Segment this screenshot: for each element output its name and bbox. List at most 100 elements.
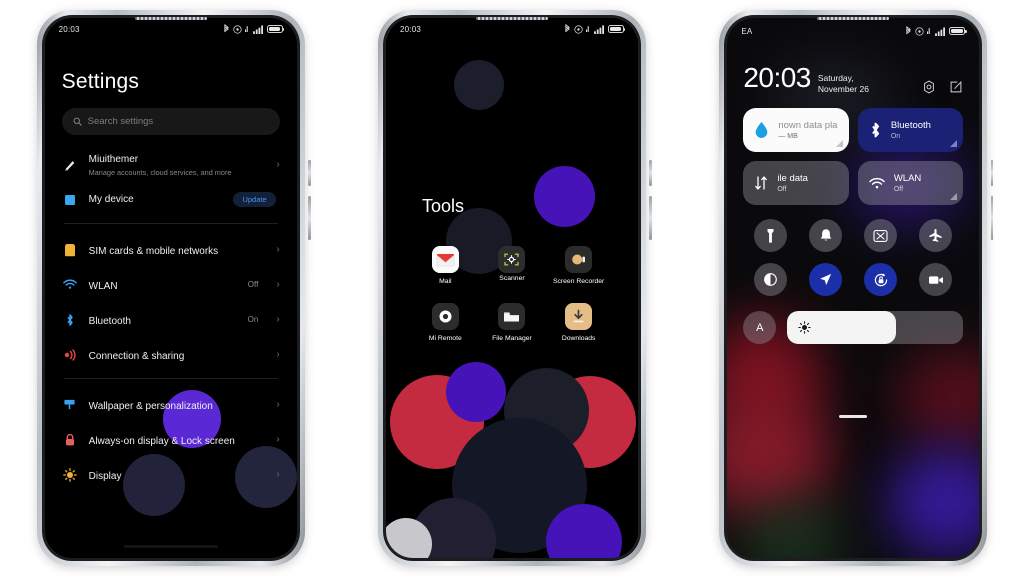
signal-icon: [927, 27, 931, 34]
app-downloads[interactable]: Downloads: [548, 302, 610, 344]
status-time: 20:03: [399, 24, 422, 34]
wallpaper-circle: [533, 166, 595, 227]
wallpaper-glow: [887, 448, 980, 558]
app-label: Downloads: [561, 334, 596, 342]
wifi-icon: [869, 177, 885, 188]
data-usage-icon: [755, 122, 768, 138]
app-grid: Mail Screen Recorder Scanner Screen Re: [386, 246, 638, 343]
auto-brightness-label: A: [756, 321, 764, 334]
cellular-bars-icon: [252, 24, 263, 34]
battery-icon: [607, 25, 626, 33]
app-mail[interactable]: Mail: [414, 246, 476, 287]
toggle-grid: [743, 219, 963, 296]
chevron-right-icon: ›: [276, 348, 280, 360]
sim-icon: [62, 243, 78, 257]
app-screen-recorder[interactable]: Screen Recorder: [548, 246, 610, 287]
settings-group: Wallpaper & personalization › Always-on …: [62, 383, 280, 494]
tile-status: On: [890, 132, 901, 140]
earpiece-speaker: [134, 17, 207, 20]
row-label: SIM cards & mobile networks: [88, 245, 219, 257]
chevron-right-icon: ›: [276, 313, 280, 325]
sidebar-item-wallpaper[interactable]: Wallpaper & personalization ›: [62, 387, 280, 422]
brightness-slider[interactable]: [787, 311, 964, 344]
home-indicator[interactable]: [123, 545, 218, 548]
row-label: Bluetooth: [88, 315, 131, 327]
expand-corner-icon[interactable]: [835, 139, 843, 147]
location-icon: [820, 273, 832, 285]
brightness-row: A: [743, 311, 964, 344]
toggle-rotation-lock[interactable]: [864, 263, 898, 296]
folder-phone: 20:03 Tools Mail Scanner Screen Recorder…: [377, 10, 652, 566]
row-label: Display: [88, 470, 122, 482]
screenshot-icon: [873, 229, 888, 242]
cellular-bars-icon: [935, 26, 946, 36]
chevron-right-icon: ›: [276, 433, 280, 445]
toggle-screen-record[interactable]: [919, 263, 953, 296]
battery-icon: [949, 27, 967, 35]
app-label: Screen Recorder: [552, 278, 605, 285]
tile-mobile-data[interactable]: ile data Off: [743, 161, 849, 205]
account-icon: [62, 158, 78, 172]
toggle-bell[interactable]: [809, 219, 843, 252]
toggle-airplane[interactable]: [919, 219, 953, 252]
mail-icon: [431, 246, 459, 273]
mi-remote-icon: [431, 302, 459, 330]
sidebar-item-bluetooth[interactable]: Bluetooth On ›: [62, 302, 280, 337]
flashlight-icon: [767, 228, 774, 243]
toggle-screenshot[interactable]: [864, 219, 898, 252]
clock-header: 20:03 Saturday, November 26: [743, 64, 963, 95]
settings-screen: 20:03 Settings Search settings Miuitheme…: [44, 18, 297, 558]
toggle-dark-mode[interactable]: [754, 263, 788, 296]
tile-data-plan[interactable]: nown data pla — MB: [743, 108, 849, 152]
sidebar-item-wlan[interactable]: WLAN Off ›: [62, 267, 280, 302]
rotation-lock-icon: [874, 272, 888, 286]
lock-icon: [62, 433, 78, 447]
toggle-location[interactable]: [809, 263, 843, 296]
sidebar-item-my-device[interactable]: My device Update: [62, 182, 280, 217]
close-handle[interactable]: [839, 415, 868, 418]
status-bar: 20:03: [386, 18, 638, 40]
row-label: Wallpaper & personalization: [88, 400, 213, 412]
date-label: Saturday, November 26: [817, 73, 869, 94]
connection-sharing-icon: [62, 348, 78, 362]
search-icon: [73, 117, 82, 126]
bell-icon: [820, 229, 832, 241]
update-badge[interactable]: Update: [233, 192, 276, 207]
status-icons: [223, 24, 285, 34]
scanner-icon: [498, 246, 526, 273]
signal-icon: [244, 25, 248, 32]
sidebar-item-display[interactable]: Display ›: [62, 457, 280, 492]
bluetooth-icon: [62, 313, 78, 327]
dnd-icon: [915, 26, 924, 36]
app-scanner[interactable]: Screen Recorder Scanner: [481, 246, 543, 287]
sidebar-item-lock-screen[interactable]: Always-on display & Lock screen ›: [62, 422, 280, 457]
sidebar-item-sim-cards[interactable]: SIM cards & mobile networks ›: [62, 232, 280, 267]
tile-wlan[interactable]: WLAN Off: [857, 161, 964, 205]
tile-status: — MB: [778, 132, 798, 140]
control-center-phone: EA 20:03 Saturday, November 26 nown data…: [719, 10, 994, 566]
app-mi-remote[interactable]: Mi Remote: [414, 302, 476, 344]
chevron-right-icon: ›: [276, 398, 280, 410]
toggle-flashlight[interactable]: [754, 219, 788, 252]
expand-corner-icon[interactable]: [949, 192, 958, 200]
expand-corner-icon[interactable]: [949, 139, 958, 147]
app-file-manager[interactable]: File Manager: [481, 302, 543, 344]
earpiece-speaker: [475, 17, 548, 20]
battery-icon: [266, 25, 285, 33]
wallpaper-circle: [453, 60, 504, 110]
status-bar: EA: [727, 18, 979, 44]
airplane-icon: [929, 228, 942, 242]
search-input[interactable]: Search settings: [61, 108, 280, 135]
auto-brightness-button[interactable]: A: [743, 311, 777, 344]
chevron-right-icon: ›: [276, 158, 280, 170]
edit-icon[interactable]: [949, 80, 963, 94]
brightness-icon: [798, 321, 812, 334]
wifi-icon: [62, 279, 78, 290]
sidebar-item-miuithemer[interactable]: Miuithemer Manage accounts, cloud servic…: [62, 147, 280, 182]
settings-gear-icon[interactable]: [922, 80, 936, 94]
quick-tiles: nown data pla — MB Bluetooth On ile data…: [743, 108, 964, 205]
sidebar-item-connection-sharing[interactable]: Connection & sharing ›: [62, 337, 280, 372]
app-label: File Manager: [492, 334, 532, 342]
tile-bluetooth[interactable]: Bluetooth On: [857, 108, 964, 152]
divider: [63, 223, 278, 224]
